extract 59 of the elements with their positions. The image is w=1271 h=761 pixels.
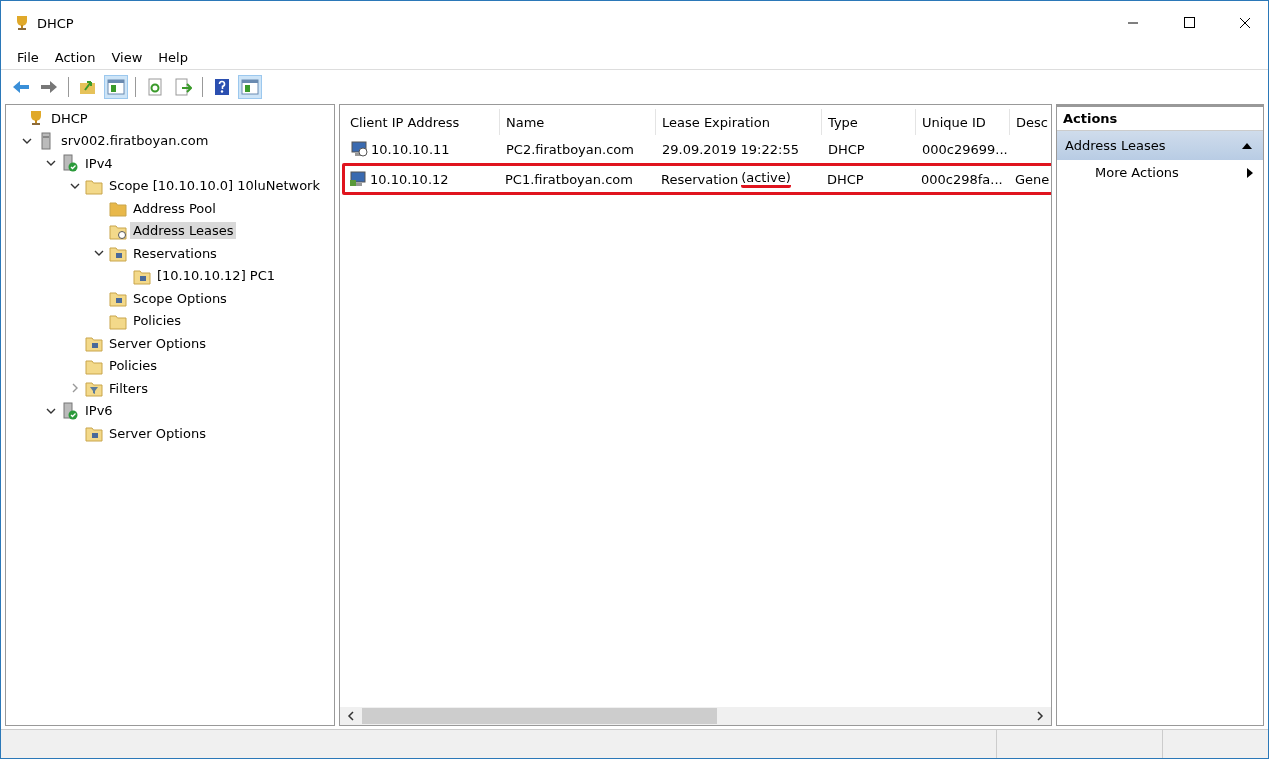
tree-item[interactable]: DHCP (48, 109, 91, 127)
menu-item[interactable]: File (11, 49, 45, 65)
tree-item[interactable]: Policies (106, 357, 161, 375)
collapse-arrow-icon[interactable] (1241, 141, 1253, 150)
server-check-icon (61, 154, 79, 173)
tree-item[interactable]: Filters (106, 379, 151, 397)
column-header[interactable]: Lease Expiration (656, 109, 822, 135)
ip-address: 10.10.10.11 (371, 141, 450, 157)
column-header[interactable]: Type (822, 109, 916, 135)
tree-item[interactable]: IPv4 (82, 154, 116, 172)
action-link[interactable]: More Actions (1095, 165, 1179, 180)
actions-section[interactable]: Address Leases (1057, 131, 1263, 160)
window-title: DHCP (37, 15, 74, 31)
lease-type: DHCP (827, 171, 864, 187)
section-title: Address Leases (1065, 138, 1166, 153)
pane-toggle-icon[interactable] (238, 75, 262, 99)
menu-item[interactable]: View (105, 49, 149, 65)
lease-expiration: 29.09.2019 19:22:55 (662, 141, 799, 157)
tree-item[interactable]: IPv6 (82, 402, 116, 420)
submenu-arrow-icon (1247, 167, 1253, 178)
horizontal-scrollbar[interactable] (340, 707, 1051, 725)
unique-id: 000c298fa... (921, 171, 1003, 187)
chevron-right-icon[interactable] (70, 383, 80, 394)
client-name: PC1.firatboyan.com (505, 171, 633, 187)
computer-clock-icon (350, 141, 368, 157)
tree-item[interactable]: [10.10.10.12] PC1 (154, 267, 279, 285)
scroll-thumb[interactable] (362, 708, 717, 724)
menu-item[interactable]: Action (48, 49, 102, 65)
tree-item[interactable]: Address Pool (130, 199, 219, 217)
folder-icon (85, 424, 103, 443)
server-check-icon (61, 401, 79, 420)
table-row[interactable]: 10.10.10.11 PC2.firatboyan.com 29.09.2019 19:22:55 DHCP 000c29699... (344, 135, 1051, 163)
pane-toggle-icon[interactable] (104, 75, 128, 99)
folder-icon (109, 199, 127, 218)
menu-item[interactable]: Help (152, 49, 194, 65)
tree-item[interactable]: Server Options (106, 334, 209, 352)
client-name: PC2.firatboyan.com (506, 141, 634, 157)
tree-item[interactable]: srv002.firatboyan.com (58, 132, 212, 150)
lease-type: DHCP (828, 141, 865, 157)
lease-expiration: Reservation (661, 171, 739, 187)
column-header[interactable]: Name (500, 109, 656, 135)
computer-grid-icon (349, 171, 367, 187)
tree-item[interactable]: Policies (130, 312, 185, 330)
tree-item[interactable]: Address Leases (130, 222, 237, 240)
folder-icon (109, 244, 127, 263)
ip-address: 10.10.10.12 (370, 171, 449, 187)
tree-item[interactable]: Scope Options (130, 289, 230, 307)
folder-icon (109, 289, 127, 308)
tree-item[interactable]: Reservations (130, 244, 220, 262)
unique-id: 000c29699... (922, 141, 1008, 157)
description: Gene (1015, 171, 1050, 187)
filter-folder-icon (85, 379, 103, 398)
lease-status: (active) (741, 170, 791, 188)
tree-item[interactable]: Scope [10.10.10.0] 10luNetwork (106, 177, 323, 195)
folder-icon (85, 334, 103, 353)
tree-item[interactable]: Server Options (106, 424, 209, 442)
column-header[interactable]: Unique ID (916, 109, 1010, 135)
highlighted-row[interactable]: 10.10.10.12 PC1.firatboyan.com Reservation (active) DHCP 000c298fa... Gene (342, 163, 1051, 195)
column-header[interactable]: Client IP Address (344, 109, 500, 135)
